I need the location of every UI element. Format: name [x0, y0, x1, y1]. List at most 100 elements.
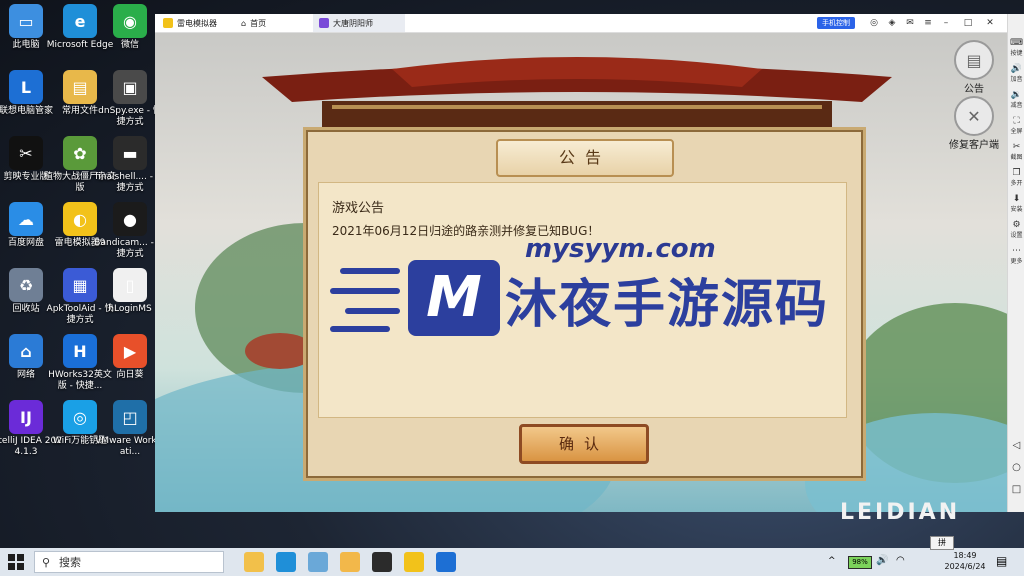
search-icon: ⚲	[42, 556, 51, 569]
notice-game-button-label: 公告	[964, 84, 984, 95]
volume-up-icon: 🔊	[1010, 64, 1023, 74]
app-icon: ♻	[9, 268, 43, 302]
mail-icon[interactable]: ✉	[903, 16, 917, 30]
scissors-icon: ✂	[1012, 142, 1021, 152]
app-icon: ◎	[63, 400, 97, 434]
tab-label: 大唐阴阳师	[333, 18, 373, 28]
watermark-url: mysyym.com	[525, 234, 716, 264]
app-icon: ◉	[113, 4, 147, 38]
sidebar-item-label: 安装	[1010, 206, 1023, 213]
repair-client-label: 修复客户端	[949, 140, 999, 151]
clock-date: 2024/6/24	[944, 562, 986, 571]
edge-icon[interactable]	[276, 552, 296, 572]
ime-indicator[interactable]: 拼	[930, 536, 954, 550]
app-icon: ◐	[63, 202, 97, 236]
speaker-icon[interactable]: 🔊	[876, 555, 888, 566]
watermark-bar	[340, 268, 400, 274]
sidebar-home-icon[interactable]: ○	[1008, 462, 1024, 473]
notice-game-button[interactable]: ▤ 公告	[950, 40, 998, 95]
app-icon: ☁	[9, 202, 43, 236]
sidebar-item-0[interactable]: ⌨ 按键	[1008, 38, 1024, 57]
multi-instance-icon: ❐	[1012, 168, 1021, 178]
notice-heading: 游戏公告	[332, 201, 385, 216]
sidebar-item-3[interactable]: ⛶ 全屏	[1008, 116, 1024, 135]
sidebar-item-8[interactable]: ⋯ 更多	[1008, 246, 1024, 265]
notice-icon: ▤	[954, 40, 994, 80]
app-icon: ⌂	[9, 334, 43, 368]
app-icon: ✂	[9, 136, 43, 170]
lenovo-icon[interactable]	[436, 552, 456, 572]
taskbar-clock[interactable]: 18:49 2024/6/24	[942, 550, 988, 572]
tray-chevron-icon[interactable]: ^	[828, 556, 836, 566]
app-icon: IJ	[9, 400, 43, 434]
emulator-sidebar: ⌨ 按键 🔊 加音 🔉 减音 ⛶ 全屏 ✂ 截图 ❐ 多开 ⬇ 安装 ⚙ 设置 ⋯ 更多	[1007, 14, 1024, 512]
sidebar-item-label: 更多	[1010, 258, 1023, 265]
fullscreen-icon: ⛶	[1013, 116, 1020, 126]
tab-leidian[interactable]: 雷电模拟器	[157, 14, 239, 32]
app-icon: ●	[113, 202, 147, 236]
sidebar-item-label: 设置	[1010, 232, 1023, 239]
windows-start-icon[interactable]	[8, 554, 24, 570]
app-icon: ▤	[63, 70, 97, 104]
sidebar-item-2[interactable]: 🔉 减音	[1008, 90, 1024, 109]
repair-client-button[interactable]: ✕ 修复客户端	[944, 96, 1004, 151]
notification-icon[interactable]: ▤	[996, 554, 1007, 568]
taskbar-search-input[interactable]: ⚲ 搜索	[34, 551, 224, 573]
leidian-brand: LEIDIAN	[840, 500, 961, 525]
app-icon: ▯	[113, 268, 147, 302]
app-icon: ▶	[113, 334, 147, 368]
app-icon: e	[63, 4, 97, 38]
tab-label: 首页	[250, 18, 267, 28]
clock-time: 18:49	[953, 551, 977, 560]
taskbar: ⚲ 搜索 ^ 98% 🔊 ◠ ▤	[0, 548, 1024, 576]
menu-icon[interactable]: ≡	[921, 16, 935, 30]
sidebar-item-7[interactable]: ⚙ 设置	[1008, 220, 1024, 239]
app-icon: ▭	[9, 4, 43, 38]
gamepad-icon[interactable]: ◈	[885, 16, 899, 30]
vmware-icon[interactable]	[308, 552, 328, 572]
wrench-icon: ✕	[954, 96, 994, 136]
tab-label: 雷电模拟器	[177, 18, 217, 28]
sidebar-item-5[interactable]: ❐ 多开	[1008, 168, 1024, 187]
install-icon: ⬇	[1012, 194, 1021, 204]
battery-indicator[interactable]: 98%	[848, 556, 872, 569]
confirm-button[interactable]: 确认	[519, 424, 649, 464]
sidebar-item-label: 截图	[1010, 154, 1023, 161]
close-icon[interactable]: ✕	[983, 16, 997, 30]
sidebar-item-4[interactable]: ✂ 截图	[1008, 142, 1024, 161]
sidebar-recent-icon[interactable]: □	[1008, 484, 1024, 495]
maximize-icon[interactable]: □	[961, 16, 975, 30]
app-icon: L	[9, 70, 43, 104]
sidebar-item-label: 按键	[1010, 50, 1023, 57]
watermark-chinese: 沐夜手游源码	[505, 275, 830, 335]
file-explorer-icon[interactable]	[244, 552, 264, 572]
sidebar-back-icon[interactable]: ◁	[1008, 440, 1024, 451]
app-icon: H	[63, 334, 97, 368]
user-icon[interactable]: ◎	[867, 16, 881, 30]
watermark-logo: M	[408, 260, 500, 336]
wifi-icon[interactable]: ◠	[896, 555, 905, 566]
sidebar-item-label: 全屏	[1010, 128, 1023, 135]
mobile-control-button[interactable]: 手机控制	[817, 17, 855, 29]
note-icon[interactable]	[340, 552, 360, 572]
app-icon: ✿	[63, 136, 97, 170]
more-icon: ⋯	[1012, 246, 1021, 256]
minimize-icon[interactable]: –	[939, 16, 953, 30]
tab-home[interactable]: ⌂ 首页	[235, 14, 317, 32]
watermark-bar	[345, 308, 400, 314]
keyboard-icon: ⌨	[1010, 38, 1023, 48]
search-placeholder: 搜索	[59, 556, 81, 569]
sidebar-item-label: 多开	[1010, 180, 1023, 187]
tab-game[interactable]: 大唐阴阳师	[313, 14, 405, 32]
gear-icon: ⚙	[1012, 220, 1021, 230]
app-icon: ▬	[113, 136, 147, 170]
app-icon: ▣	[113, 70, 147, 104]
game-icon	[319, 18, 329, 28]
finalshell-icon[interactable]	[372, 552, 392, 572]
leidian-icon[interactable]	[404, 552, 424, 572]
sidebar-item-6[interactable]: ⬇ 安装	[1008, 194, 1024, 213]
notice-title: 公告	[496, 139, 674, 177]
sidebar-item-1[interactable]: 🔊 加音	[1008, 64, 1024, 83]
app-icon: ▦	[63, 268, 97, 302]
sidebar-item-label: 加音	[1010, 76, 1023, 83]
